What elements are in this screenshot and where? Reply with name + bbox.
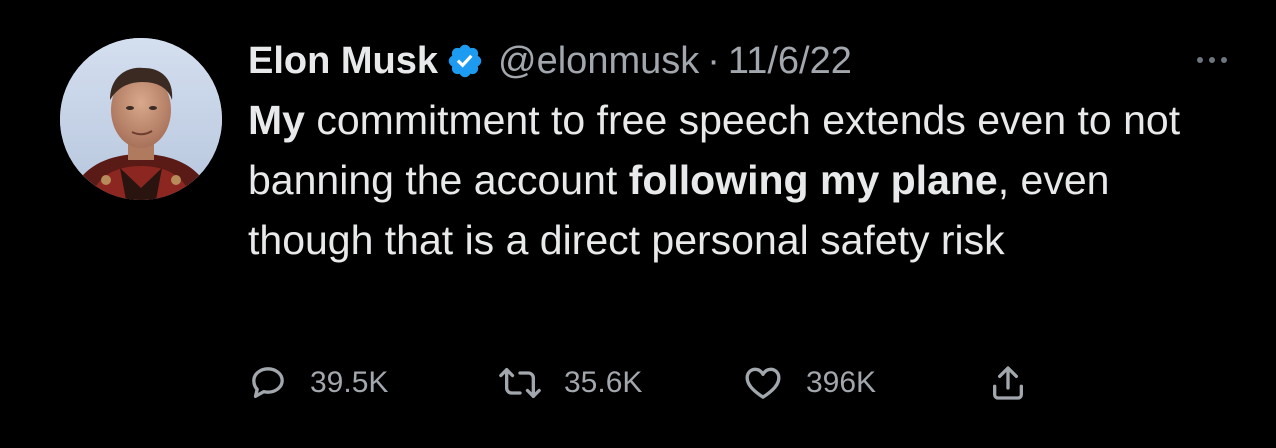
- like-button[interactable]: 396K: [742, 363, 988, 403]
- tweet-header: Elon Musk @elonmusk · 11/6/22: [248, 36, 1228, 86]
- share-button[interactable]: [988, 363, 1028, 403]
- reply-icon: [252, 367, 284, 398]
- separator-dot: ·: [707, 40, 720, 82]
- tweet-text-bold: My: [248, 97, 305, 143]
- retweet-button[interactable]: 35.6K: [498, 363, 742, 403]
- tweet-card[interactable]: Elon Musk @elonmusk · 11/6/22 My commitm…: [0, 0, 1276, 448]
- author-handle[interactable]: @elonmusk: [498, 36, 699, 86]
- reply-count: 39.5K: [310, 366, 389, 399]
- more-options-icon[interactable]: [1192, 50, 1232, 70]
- tweet-text: My commitment to free speech extends eve…: [248, 90, 1208, 270]
- avatar[interactable]: [60, 38, 222, 200]
- share-icon: [993, 366, 1023, 400]
- author-name[interactable]: Elon Musk: [248, 36, 438, 86]
- tweet-text-bold: following my plane: [628, 157, 998, 203]
- like-count: 396K: [806, 366, 877, 399]
- heart-icon: [745, 367, 781, 399]
- tweet-date[interactable]: 11/6/22: [728, 36, 852, 86]
- verified-badge-icon: [446, 42, 484, 80]
- tweet-content: Elon Musk @elonmusk · 11/6/22 My commitm…: [248, 36, 1228, 270]
- reply-button[interactable]: 39.5K: [248, 363, 498, 403]
- retweet-count: 35.6K: [564, 366, 643, 399]
- retweet-icon: [499, 368, 541, 398]
- tweet-actions: 39.5K 35.6K 396K: [248, 358, 1028, 408]
